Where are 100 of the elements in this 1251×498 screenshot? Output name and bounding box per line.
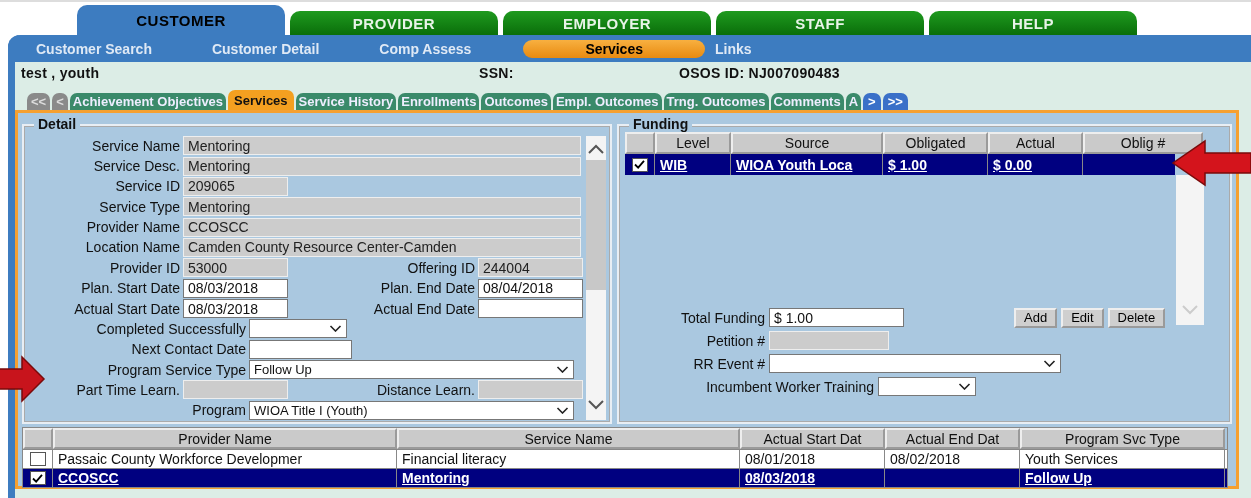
action-button[interactable]: Delete xyxy=(1107,307,1166,328)
column-header[interactable]: Obligated xyxy=(883,132,988,154)
field-label: Petition # xyxy=(705,332,765,349)
nav-link[interactable]: Comp Assess xyxy=(379,40,472,57)
table-link[interactable]: Follow Up xyxy=(1025,470,1092,486)
scroll-up-icon[interactable] xyxy=(588,144,604,154)
nav-link[interactable]: Services xyxy=(523,39,705,58)
table-link[interactable]: WIOA Youth Loca xyxy=(736,156,853,173)
section-tab[interactable]: Service History xyxy=(295,93,397,110)
checkbox[interactable] xyxy=(29,471,46,485)
dropdown[interactable]: Follow Up xyxy=(249,360,574,380)
section-tab[interactable]: Empl. Outcomes xyxy=(552,93,662,110)
main-tab[interactable]: PROVIDER xyxy=(290,11,498,35)
dropdown[interactable] xyxy=(769,354,1061,373)
field-label: Location Name xyxy=(84,239,180,256)
checkbox[interactable] xyxy=(29,452,46,466)
field-label: Offering ID xyxy=(406,259,475,276)
scroll-down-icon[interactable] xyxy=(588,400,604,410)
main-tab[interactable]: HELP xyxy=(929,11,1137,35)
table-cell: Passaic County Workforce Developmer xyxy=(58,451,303,467)
section-tab[interactable]: Outcomes xyxy=(481,93,551,110)
main-tab[interactable]: EMPLOYER xyxy=(503,11,711,35)
field-label: Actual End Date xyxy=(372,300,475,317)
table-link[interactable]: $ 0.00 xyxy=(993,156,1032,173)
ssn-label: SSN: xyxy=(479,65,515,81)
caret-icon xyxy=(556,366,569,374)
field-label: Total Funding xyxy=(679,309,765,326)
table-cell: Youth Services xyxy=(1025,451,1118,467)
pointer-arrow xyxy=(0,355,46,403)
column-header[interactable]: Actual xyxy=(988,132,1083,154)
caret-icon xyxy=(556,406,569,414)
table-cell: 08/01/2018 xyxy=(745,451,816,467)
table-link[interactable]: WIB xyxy=(660,156,688,173)
field-label: Program Service Type xyxy=(106,361,246,378)
caret-icon xyxy=(958,383,971,390)
field-label: Actual Start Date xyxy=(73,300,180,317)
checkbox[interactable] xyxy=(631,157,648,172)
field-label: Part Time Learn. xyxy=(75,382,180,398)
field-label: Distance Learn. xyxy=(375,382,475,398)
column-header[interactable]: Source xyxy=(731,132,883,154)
osos-id: OSOS ID: NJ007090483 xyxy=(679,65,841,81)
table-row[interactable]: CCOSCC Mentoring 08/03/2018 Follow Up xyxy=(23,468,1227,487)
text-field[interactable] xyxy=(478,299,583,319)
column-header xyxy=(23,428,53,449)
nav-link[interactable]: Customer Detail xyxy=(211,40,320,57)
field-label: Program xyxy=(191,402,246,419)
main-tab[interactable]: CUSTOMER xyxy=(77,5,285,35)
column-header[interactable]: Program Svc Type xyxy=(1020,428,1225,449)
field-label: Next Contact Date xyxy=(130,341,246,358)
section-tab[interactable]: Comments xyxy=(770,93,844,110)
next-button[interactable]: > xyxy=(863,93,881,110)
column-header[interactable]: Level xyxy=(655,132,731,154)
field-label: Service Name xyxy=(91,137,180,154)
table-link[interactable]: $ 1.00 xyxy=(888,156,927,173)
field-label: Service ID xyxy=(114,178,180,195)
group-title: Funding xyxy=(629,116,693,132)
section-tab[interactable]: Achievement Objectives xyxy=(69,93,227,110)
last-button[interactable]: >> xyxy=(882,93,908,110)
field-label: Provider Name xyxy=(85,219,180,236)
field-label: RR Event # xyxy=(692,355,765,372)
section-tab[interactable]: A xyxy=(845,93,862,110)
field-label: Completed Successfully xyxy=(95,320,246,337)
action-button[interactable]: Add xyxy=(1014,307,1058,328)
section-tab[interactable]: Services xyxy=(228,90,294,110)
table-cell: 08/02/2018 xyxy=(890,451,961,467)
table-cell: Financial literacy xyxy=(402,451,507,467)
nav-link[interactable]: Links xyxy=(715,40,752,57)
table-row[interactable]: Passaic County Workforce Developmer Financial literacy 08/01/2018 08/02/2018 Youth Services xyxy=(23,449,1227,468)
field-label: Service Desc. xyxy=(92,158,180,175)
nav-link[interactable]: Customer Search xyxy=(36,40,152,57)
text-field[interactable] xyxy=(249,339,352,359)
column-header[interactable]: Provider Name xyxy=(53,428,397,449)
text-field[interactable]: 08/04/2018 xyxy=(478,278,583,298)
group-title: Detail xyxy=(34,116,81,132)
table-row[interactable]: WIB WIOA Youth Loca $ 1.00 $ 0.00 xyxy=(625,154,1175,175)
section-tab[interactable]: Trng. Outcomes xyxy=(663,93,769,110)
table-link[interactable]: CCOSCC xyxy=(58,470,119,486)
column-header[interactable]: Actual Start Dat xyxy=(740,428,885,449)
dropdown[interactable] xyxy=(249,319,347,339)
text-field[interactable]: 08/03/2018 xyxy=(183,299,288,319)
column-header xyxy=(625,132,655,154)
column-header[interactable]: Oblig # xyxy=(1083,132,1203,154)
field-label: Provider ID xyxy=(108,259,180,276)
action-button[interactable]: Edit xyxy=(1061,307,1104,328)
column-header[interactable]: Actual End Dat xyxy=(885,428,1020,449)
section-tab[interactable]: Enrollments xyxy=(398,93,480,110)
text-field[interactable]: 08/03/2018 xyxy=(183,278,288,298)
table-link[interactable]: Mentoring xyxy=(402,470,470,486)
scrollbar[interactable] xyxy=(586,136,606,420)
scrollbar[interactable] xyxy=(1176,175,1204,325)
text-field[interactable]: $ 1.00 xyxy=(769,308,904,327)
main-tab[interactable]: STAFF xyxy=(716,11,924,35)
caret-icon xyxy=(1043,360,1056,367)
field-label: Service Type xyxy=(98,198,180,215)
field-label: Plan. Start Date xyxy=(80,280,180,297)
field-label: Plan. End Date xyxy=(379,280,475,297)
dropdown[interactable] xyxy=(878,377,976,396)
column-header[interactable]: Service Name xyxy=(397,428,740,449)
dropdown[interactable]: WIOA Title I (Youth) xyxy=(249,400,574,420)
table-link[interactable]: 08/03/2018 xyxy=(745,470,816,486)
